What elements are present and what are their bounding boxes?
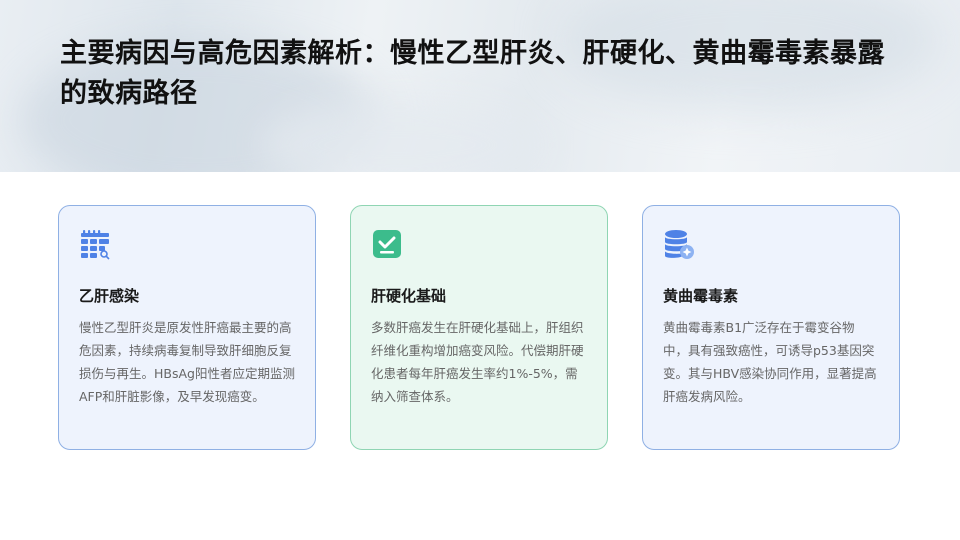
- card-cirrhosis: 肝硬化基础 多数肝癌发生在肝硬化基础上，肝组织纤维化重构增加癌变风险。代偿期肝硬…: [350, 205, 608, 450]
- page-title: 主要病因与高危因素解析：慢性乙型肝炎、肝硬化、黄曲霉毒素暴露的致病路径: [60, 38, 885, 109]
- card-title: 黄曲霉毒素: [663, 287, 739, 305]
- check-square-icon: [373, 230, 401, 258]
- card-description: 黄曲霉毒素B1广泛存在于霉变谷物中，具有强致癌性，可诱导p53基因突变。其与HB…: [663, 320, 877, 404]
- card-title: 乙肝感染: [79, 287, 140, 305]
- database-icon: [665, 230, 694, 259]
- calendar-icon: [81, 230, 110, 260]
- card-description: 慢性乙型肝炎是原发性肝癌最主要的高危因素，持续病毒复制导致肝细胞反复损伤与再生。…: [79, 320, 295, 404]
- card-hepatitis-b: 乙肝感染 慢性乙型肝炎是原发性肝癌最主要的高危因素，持续病毒复制导致肝细胞反复损…: [58, 205, 316, 450]
- card-title: 肝硬化基础: [371, 287, 447, 305]
- card-aflatoxin: 黄曲霉毒素 黄曲霉毒素B1广泛存在于霉变谷物中，具有强致癌性，可诱导p53基因突…: [642, 205, 900, 450]
- card-description: 多数肝癌发生在肝硬化基础上，肝组织纤维化重构增加癌变风险。代偿期肝硬化患者每年肝…: [371, 320, 584, 404]
